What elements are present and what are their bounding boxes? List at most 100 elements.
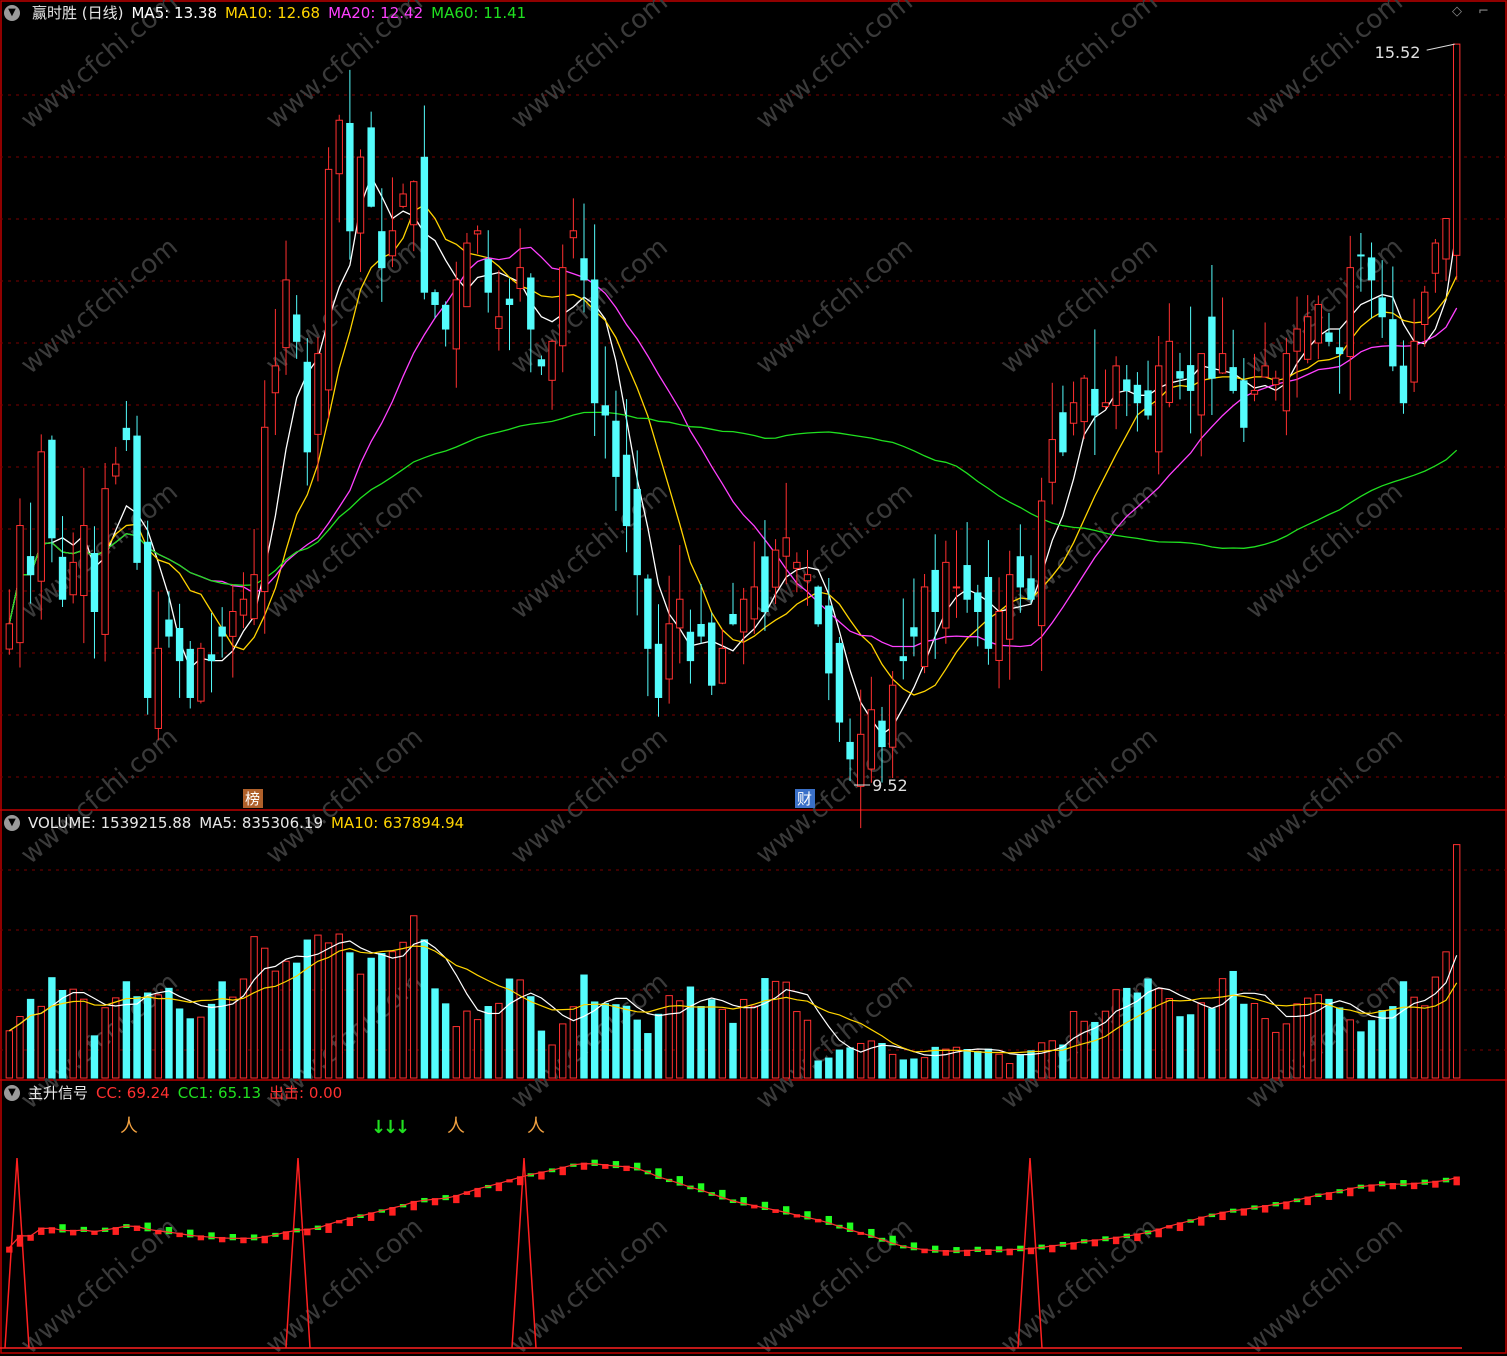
vol-ma10-label: MA10: 637894.94: [330, 814, 465, 832]
volume-bar: [207, 1003, 216, 1079]
candle-body: [90, 552, 99, 612]
candle-body: [739, 598, 748, 633]
candle-body: [197, 647, 205, 702]
signal-bar: [591, 1159, 598, 1166]
candle-body: [1303, 316, 1312, 360]
signal-bar: [932, 1245, 939, 1253]
volume-bar: [825, 1057, 833, 1079]
volume-bar: [910, 1058, 918, 1079]
candle-body: [1452, 43, 1461, 256]
watermark-text: www.cfchi.com: [750, 1212, 919, 1356]
chevron-down-icon[interactable]: ▼: [4, 5, 20, 21]
volume-bar: [133, 996, 141, 1079]
diamond-icon[interactable]: ◇: [1452, 4, 1462, 19]
volume-bar: [186, 1018, 194, 1079]
candle-body: [516, 267, 524, 289]
buy-signal-icon: 人: [120, 1116, 138, 1137]
candle-body: [654, 643, 663, 698]
watermark-text: www.cfchi.com: [260, 722, 429, 870]
candle-body: [175, 627, 184, 662]
candle-body: [5, 623, 14, 650]
candle-body: [1410, 340, 1418, 383]
volume-bar: [218, 981, 226, 1079]
candle-body: [1218, 353, 1227, 374]
volume-bar: [250, 936, 258, 1079]
volume-bar: [1261, 1018, 1269, 1079]
volume-bar: [686, 986, 695, 1079]
candle-body: [1186, 365, 1195, 391]
volume-bar: [48, 977, 56, 1079]
volume-bar: [122, 981, 131, 1079]
signal-bar: [974, 1246, 981, 1253]
ma60-label: MA60: 11.41: [431, 4, 527, 22]
candle-body: [431, 292, 439, 305]
candle-body: [878, 720, 886, 748]
candle-body: [686, 631, 695, 662]
candle-body: [1325, 332, 1333, 342]
volume-bar: [878, 1042, 886, 1079]
volume-bar: [622, 1005, 631, 1079]
candle-body: [803, 574, 812, 582]
volume-bar: [1293, 1003, 1301, 1079]
volume-bar: [154, 994, 163, 1079]
candle-body: [473, 230, 482, 235]
signal-bar: [208, 1232, 215, 1240]
candle-body: [367, 127, 375, 207]
chevron-down-icon[interactable]: ▼: [4, 815, 20, 831]
candle-body: [58, 556, 67, 600]
candle-body: [1080, 377, 1088, 423]
candle-body: [1378, 297, 1386, 318]
candle-body: [931, 569, 939, 613]
signal-bar: [229, 1234, 237, 1241]
volume-bar: [26, 998, 35, 1079]
volume-bar: [314, 934, 322, 1079]
watermark-text: www.cfchi.com: [505, 1212, 674, 1356]
volume-bar: [1335, 1007, 1344, 1079]
candle-body: [974, 592, 982, 613]
volume-bar: [1123, 987, 1131, 1079]
volume-bar: [484, 1006, 492, 1079]
volume-bar: [654, 1013, 663, 1079]
candle-body: [1314, 303, 1323, 344]
ma5-line: [8, 175, 1458, 736]
candle-body: [250, 574, 258, 620]
volume-bar: [569, 1006, 578, 1079]
candle-body: [452, 279, 460, 350]
chevron-down-icon[interactable]: ▼: [4, 1085, 20, 1101]
signal-bar: [59, 1224, 66, 1233]
corner-icon[interactable]: ⌐: [1478, 4, 1489, 19]
candle-body: [292, 314, 301, 342]
candle-body: [1176, 371, 1184, 379]
watermark-text: www.cfchi.com: [15, 722, 184, 870]
volume-bar: [378, 953, 386, 1079]
event-marker: 榜: [245, 790, 260, 808]
signal-bar: [953, 1247, 960, 1254]
candle-body: [101, 488, 109, 635]
volume-bar: [1133, 992, 1142, 1079]
candle-body: [1123, 379, 1131, 391]
candle-body: [644, 578, 652, 649]
stock-chart-canvas[interactable]: www.cfchi.com www.cfchi.com www.cfchi.com w…: [0, 0, 1507, 1356]
candle-body: [16, 525, 24, 644]
cc1-label: CC1: 65.13: [177, 1084, 261, 1102]
candle-body: [995, 611, 1003, 661]
candle-body: [218, 626, 226, 637]
candle-body: [271, 365, 280, 394]
candle-body: [207, 654, 216, 662]
volume-bar: [835, 1049, 844, 1079]
ma10-label: MA10: 12.68: [225, 4, 321, 22]
watermark-text: www.cfchi.com: [995, 0, 1164, 135]
candle-body: [143, 541, 152, 698]
candle-body: [835, 642, 844, 723]
candle-body: [888, 684, 897, 748]
volume-bar: [1314, 994, 1323, 1079]
vol-ma5-label: MA5: 835306.19: [199, 814, 323, 832]
candle-body: [1155, 365, 1163, 453]
candle-body: [410, 181, 418, 226]
volume-bar: [761, 978, 769, 1079]
volume-bar: [1410, 996, 1418, 1079]
candle-body: [569, 230, 578, 239]
watermark-text: www.cfchi.com: [15, 232, 184, 380]
main-legend: ▼ 赢时胜 (日线) MA5: 13.38 MA10: 12.68 MA20: …: [0, 2, 534, 24]
candle-body: [814, 586, 822, 625]
